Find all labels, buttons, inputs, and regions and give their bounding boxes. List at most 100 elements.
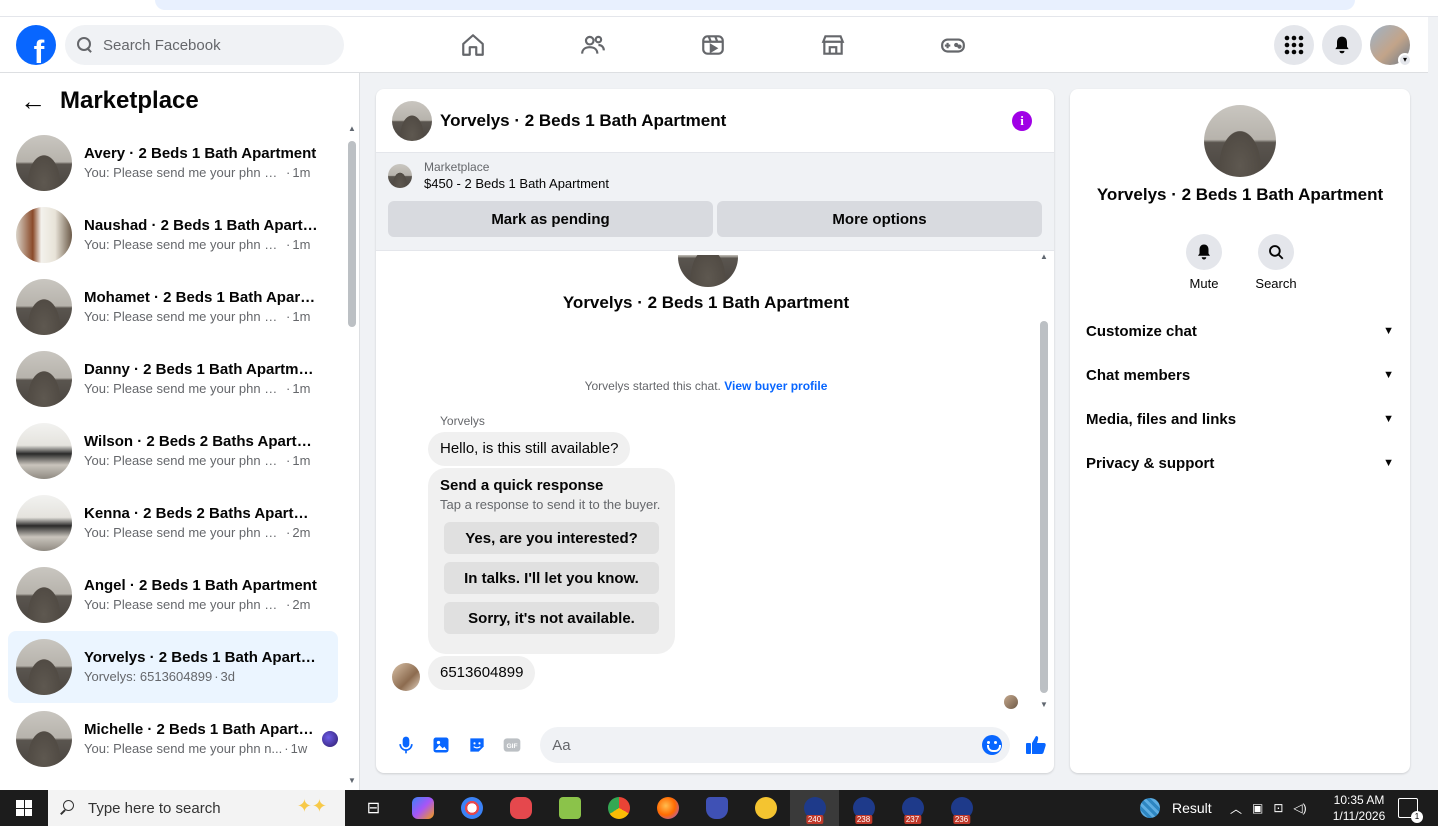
listing-banner: Marketplace $450 - 2 Beds 1 Bath Apartme… (376, 153, 1054, 251)
conversation-item[interactable]: Mohamet · 2 Beds 1 Bath Apartment You: Pl… (8, 271, 338, 343)
home-icon[interactable] (413, 17, 533, 73)
address-bar[interactable] (155, 0, 1355, 10)
conversation-item[interactable]: Yorvelys · 2 Beds 1 Bath Apartment Yorvel… (8, 631, 338, 703)
microphone-icon[interactable] (388, 727, 424, 763)
conversation-thumbnail (16, 207, 72, 263)
quick-response-in-talks-button[interactable]: In talks. I'll let you know. (444, 562, 659, 594)
sender-avatar[interactable] (392, 663, 420, 691)
friends-icon[interactable] (533, 17, 653, 73)
video-icon[interactable] (653, 17, 773, 73)
conversation-thumbnail (16, 135, 72, 191)
sidebar-scrollbar[interactable]: ▲ ▼ (348, 125, 356, 785)
taskbar-search[interactable]: Type here to search ✦✦ (48, 790, 345, 826)
taskbar-apps: ⊟ 240 238 237 236 (349, 790, 986, 826)
info-icon[interactable]: i (1012, 111, 1032, 131)
bell-icon[interactable] (1186, 234, 1222, 270)
conversation-name: Yorvelys · 2 Beds 1 Bath Apartment (84, 649, 320, 666)
photo-icon[interactable] (424, 727, 460, 763)
preview-time: 2m (292, 525, 311, 540)
gaming-icon[interactable] (893, 17, 1013, 73)
scroll-down-arrow-icon[interactable]: ▼ (1040, 701, 1048, 709)
brave-shield-icon[interactable] (692, 790, 741, 826)
chat-title[interactable]: Yorvelys · 2 Beds 1 Bath Apartment (440, 111, 726, 131)
quick-response-yes-button[interactable]: Yes, are you interested? (444, 522, 659, 554)
separator-dot: · (286, 381, 291, 396)
app-instance-236[interactable]: 236 (937, 790, 986, 826)
conversation-item[interactable]: Michelle · 2 Beds 1 Bath Apartment You: P… (8, 703, 338, 775)
message-input-wrapper[interactable] (540, 727, 1011, 763)
conversation-name: Angel · 2 Beds 1 Bath Apartment (84, 577, 317, 594)
listing-price: $450 - 2 Beds 1 Bath Apartment (424, 176, 610, 191)
chevron-down-icon: ▼ (1383, 325, 1394, 337)
volume-icon[interactable]: ◁) (1293, 801, 1306, 815)
listing-info[interactable]: Marketplace $450 - 2 Beds 1 Bath Apartme… (388, 160, 1042, 191)
search-action[interactable]: Search (1255, 234, 1297, 291)
separator-dot: · (286, 597, 291, 612)
network-icon[interactable]: ⊡ (1273, 801, 1283, 815)
chat-scrollbar[interactable]: ▲ ▼ (1040, 253, 1048, 709)
copilot-icon[interactable] (398, 790, 447, 826)
conversation-item[interactable]: Angel · 2 Beds 1 Bath Apartment You: Plea… (8, 559, 338, 631)
conversation-item[interactable]: Avery · 2 Beds 1 Bath Apartment You: Plea… (8, 127, 338, 199)
media-files-links-section[interactable]: Media, files and links ▼ (1078, 397, 1402, 441)
app-instance-237[interactable]: 237 (888, 790, 937, 826)
mark-as-pending-button[interactable]: Mark as pending (388, 201, 713, 237)
quick-response-not-available-button[interactable]: Sorry, it's not available. (444, 602, 659, 634)
windows-start-icon[interactable] (0, 790, 48, 826)
mute-action[interactable]: Mute (1186, 234, 1222, 291)
task-view-icon[interactable]: ⊟ (349, 790, 398, 826)
scrollbar-thumb[interactable] (348, 141, 356, 327)
page-scrollbar[interactable] (1428, 17, 1438, 790)
customize-chat-section[interactable]: Customize chat ▼ (1078, 309, 1402, 353)
app-instance-238[interactable]: 238 (839, 790, 888, 826)
preview-text: You: Please send me your phn nu... (84, 309, 284, 324)
conversation-item[interactable]: Kenna · 2 Beds 2 Baths Apartment You: Ple… (8, 487, 338, 559)
conversation-item[interactable]: Wilson · 2 Beds 2 Baths Apartment You: Pl… (8, 415, 338, 487)
preview-text: You: Please send me your phn nu... (84, 453, 284, 468)
firefox-icon[interactable] (643, 790, 692, 826)
app-x-icon[interactable] (741, 790, 790, 826)
sticker-icon[interactable] (459, 727, 495, 763)
profile-avatar[interactable]: ▾ (1370, 25, 1412, 67)
taskbar-clock[interactable]: 10:35 AM 1/11/2026 (1326, 792, 1392, 824)
notification-center-icon[interactable]: 1 (1398, 798, 1423, 823)
weather-result-widget[interactable]: Result (1140, 790, 1212, 826)
scroll-down-arrow-icon[interactable]: ▼ (348, 777, 356, 785)
more-options-button[interactable]: More options (717, 201, 1042, 237)
app-red-icon[interactable] (496, 790, 545, 826)
preview-time: 1m (292, 237, 311, 252)
conversation-item[interactable]: Danny · 2 Beds 1 Bath Apartment You: Plea… (8, 343, 338, 415)
message-bubble-phone[interactable]: 6513604899 (428, 656, 536, 690)
details-listing-thumbnail[interactable] (1204, 105, 1276, 177)
marketplace-icon[interactable] (773, 17, 893, 73)
scroll-up-arrow-icon[interactable]: ▲ (348, 125, 356, 133)
chat-members-section[interactable]: Chat members ▼ (1078, 353, 1402, 397)
back-arrow-icon[interactable]: ← (20, 88, 46, 114)
scrollbar-thumb[interactable] (1040, 321, 1048, 693)
conversation-preview: You: Please send me your phn nu... · 1m (84, 380, 320, 398)
search-icon[interactable] (1258, 234, 1294, 270)
search-bar[interactable] (65, 25, 344, 65)
chevron-up-icon[interactable]: ︿ (1230, 800, 1242, 817)
menu-grid-icon[interactable] (1274, 25, 1314, 65)
view-buyer-profile-link[interactable]: View buyer profile (724, 379, 827, 393)
scroll-up-arrow-icon[interactable]: ▲ (1040, 253, 1048, 261)
message-bubble[interactable]: Hello, is this still available? (428, 432, 631, 466)
app-instance-240[interactable]: 240 (790, 790, 839, 826)
chrome-icon[interactable] (594, 790, 643, 826)
privacy-support-section[interactable]: Privacy & support ▼ (1078, 441, 1402, 485)
thumbs-up-icon[interactable] (1018, 727, 1054, 763)
notifications-bell-icon[interactable] (1322, 25, 1362, 65)
gif-icon[interactable]: GIF (495, 727, 531, 763)
conversation-item[interactable]: Naushad · 2 Beds 1 Bath Apartment You: Pl… (8, 199, 338, 271)
search-input[interactable] (103, 36, 323, 54)
paint-icon[interactable] (447, 790, 496, 826)
chat-listing-thumbnail[interactable] (392, 100, 432, 141)
notepad-icon[interactable] (545, 790, 594, 826)
conversation-preview: You: Please send me your phn nu... · 1m (84, 164, 320, 182)
meet-icon[interactable]: ▣ (1252, 801, 1263, 815)
facebook-logo[interactable]: f (16, 25, 56, 65)
browser-toolbar (0, 0, 1438, 17)
message-input[interactable] (552, 736, 973, 754)
emoji-icon[interactable] (982, 735, 1003, 755)
